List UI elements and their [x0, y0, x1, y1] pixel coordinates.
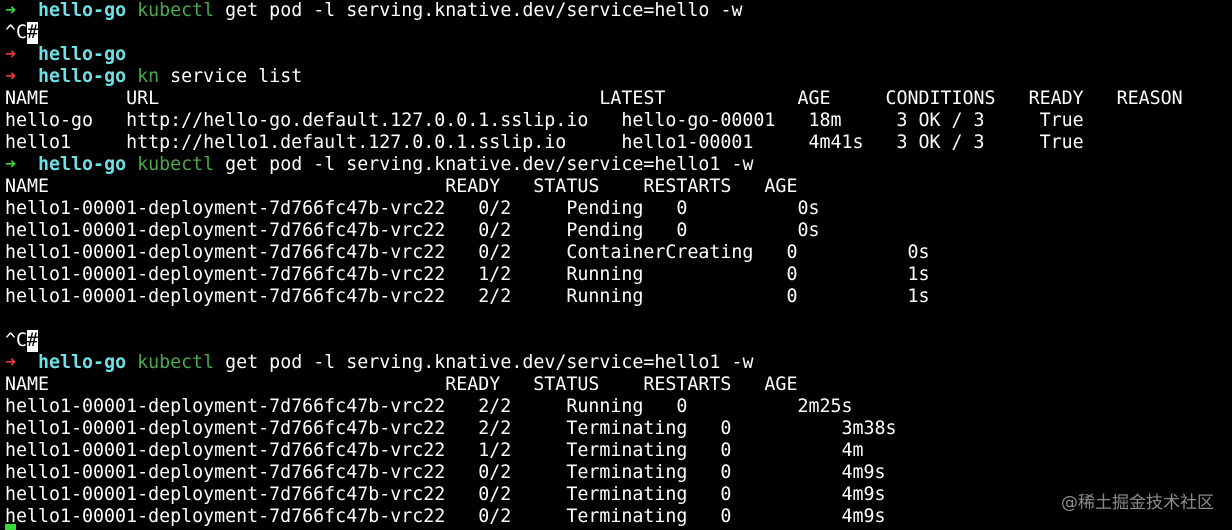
prompt-directory: hello-go — [38, 66, 127, 87]
watermark: @稀土掘金技术社区 — [1061, 493, 1214, 513]
table-header: NAME READY STATUS RESTARTS AGE — [5, 374, 798, 395]
prompt-directory: hello-go — [38, 0, 127, 21]
table-row: hello1-00001-deployment-7d766fc47b-vrc22… — [5, 440, 864, 461]
table-header: NAME READY STATUS RESTARTS AGE — [5, 176, 798, 197]
prompt-line: ➜ hello-go kubectl get pod -l serving.kn… — [5, 154, 1232, 176]
table-row: hello1-00001-deployment-7d766fc47b-vrc22… — [5, 506, 886, 527]
table-row: hello1-00001-deployment-7d766fc47b-vrc22… — [5, 462, 886, 483]
table-row: hello1-00001-deployment-7d766fc47b-vrc22… — [5, 418, 897, 439]
command-name: kubectl — [137, 0, 215, 21]
prompt-line: ➜ hello-go — [5, 44, 1232, 66]
prompt-arrow-icon: ➜ — [5, 154, 17, 175]
command-args: get pod -l serving.knative.dev/service=h… — [214, 352, 754, 373]
interrupt-line: ^C# — [5, 22, 1232, 44]
prompt-line: ➜ hello-go kn service list — [5, 66, 1232, 88]
text-cursor: # — [27, 330, 39, 352]
command-name: kubectl — [137, 352, 215, 373]
table-row: hello1-00001-deployment-7d766fc47b-vrc22… — [5, 286, 930, 307]
terminal-output: ➜ hello-go kubectl get pod -l serving.kn… — [5, 0, 1232, 528]
table-header: NAME URL LATEST AGE CONDITIONS READY REA… — [5, 88, 1183, 109]
table-row: hello1-00001-deployment-7d766fc47b-vrc22… — [5, 396, 853, 417]
prompt-line: ➜ hello-go kubectl get pod -l serving.kn… — [5, 0, 1232, 22]
prompt-arrow-icon: ➜ — [5, 352, 17, 373]
interrupt-text: ^C — [5, 22, 28, 43]
table-row: hello1-00001-deployment-7d766fc47b-vrc22… — [5, 198, 820, 219]
terminal-cursor[interactable] — [5, 524, 16, 530]
table-row: hello1-00001-deployment-7d766fc47b-vrc22… — [5, 242, 930, 263]
text-cursor: # — [27, 22, 39, 44]
prompt-arrow-icon: ➜ — [5, 66, 17, 87]
prompt-directory: hello-go — [38, 154, 127, 175]
table-row: hello1-00001-deployment-7d766fc47b-vrc22… — [5, 264, 930, 285]
table-row: hello1 http://hello1.default.127.0.0.1.s… — [5, 132, 1084, 153]
prompt-arrow-icon: ➜ — [5, 44, 17, 65]
prompt-directory: hello-go — [38, 352, 127, 373]
command-args: service list — [159, 66, 303, 87]
interrupt-line: ^C# — [5, 330, 1232, 352]
table-row: hello1-00001-deployment-7d766fc47b-vrc22… — [5, 484, 886, 505]
table-row: hello1-00001-deployment-7d766fc47b-vrc22… — [5, 220, 820, 241]
prompt-directory: hello-go — [38, 44, 127, 65]
command-name: kubectl — [137, 154, 215, 175]
table-row: hello-go http://hello-go.default.127.0.0… — [5, 110, 1084, 131]
prompt-line: ➜ hello-go kubectl get pod -l serving.kn… — [5, 352, 1232, 374]
prompt-arrow-icon: ➜ — [5, 0, 17, 21]
interrupt-text: ^C — [5, 330, 28, 351]
command-args: get pod -l serving.knative.dev/service=h… — [214, 0, 743, 21]
command-args: get pod -l serving.knative.dev/service=h… — [214, 154, 754, 175]
command-name: kn — [137, 66, 160, 87]
